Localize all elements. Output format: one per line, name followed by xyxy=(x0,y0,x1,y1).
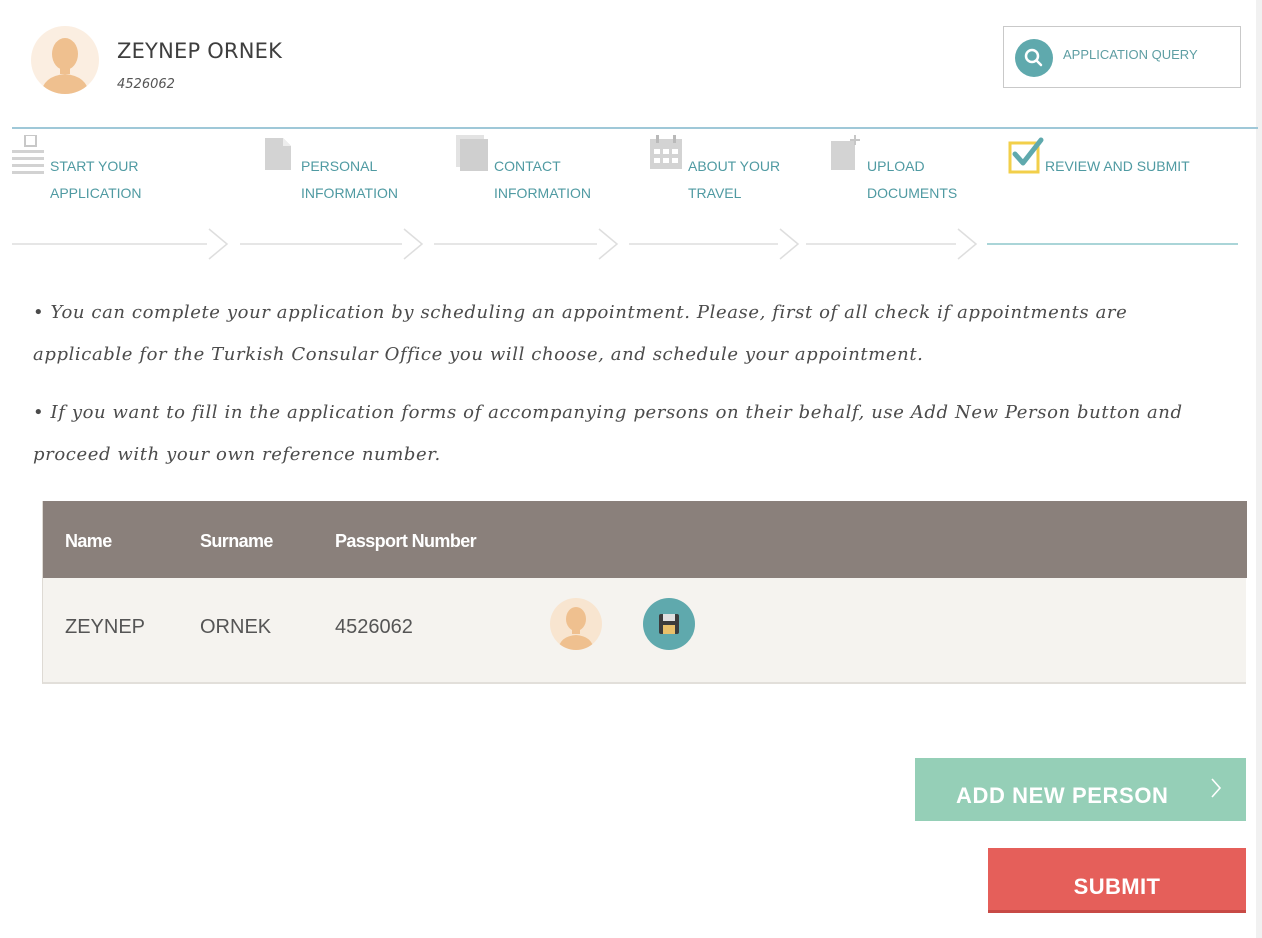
calendar-icon xyxy=(650,135,682,169)
step-start-application[interactable]: START YOUR APPLICATION xyxy=(12,135,212,205)
documents-icon xyxy=(456,135,488,171)
step-personal-information[interactable]: PERSONAL INFORMATION xyxy=(263,135,443,205)
user-name: ZEYNEP ORNEK xyxy=(117,39,283,63)
header-divider xyxy=(12,127,1258,129)
document-icon xyxy=(265,138,291,170)
cell-surname: ORNEK xyxy=(200,616,272,638)
application-query-label: APPLICATION QUERY xyxy=(1063,47,1198,62)
step-label: PERSONAL INFORMATION xyxy=(301,158,398,201)
column-header-name: Name xyxy=(65,531,112,551)
submit-button[interactable]: SUBMIT xyxy=(988,848,1246,913)
info-appointment-text: • You can complete your application by s… xyxy=(33,302,1128,365)
step-label: REVIEW AND SUBMIT xyxy=(1045,158,1190,174)
person-icon xyxy=(41,38,89,94)
step-about-travel[interactable]: ABOUT YOUR TRAVEL xyxy=(650,135,830,205)
step-label: UPLOAD DOCUMENTS xyxy=(867,158,958,201)
step-label: ABOUT YOUR TRAVEL xyxy=(688,158,781,201)
step-label: CONTACT INFORMATION xyxy=(494,158,591,201)
add-new-person-button[interactable]: ADD NEW PERSON xyxy=(915,758,1246,821)
add-new-person-label: ADD NEW PERSON xyxy=(956,783,1169,808)
step-label: START YOUR APPLICATION xyxy=(50,158,142,201)
progress-track xyxy=(12,228,1238,260)
form-icon xyxy=(12,135,44,174)
chevron-right-icon xyxy=(1211,778,1222,798)
save-icon[interactable] xyxy=(643,598,695,650)
user-avatar xyxy=(31,26,99,94)
checkbox-icon xyxy=(1008,137,1044,174)
search-icon xyxy=(1015,39,1053,77)
step-upload-documents[interactable]: UPLOAD DOCUMENTS xyxy=(829,135,1009,205)
cell-passport: 4526062 xyxy=(335,616,413,638)
table-header: Name Surname Passport Number xyxy=(43,501,1247,578)
step-review-and-submit[interactable]: REVIEW AND SUBMIT xyxy=(1008,135,1238,205)
application-query-button[interactable]: APPLICATION QUERY xyxy=(1003,26,1241,88)
column-header-surname: Surname xyxy=(200,531,273,551)
cell-name: ZEYNEP xyxy=(65,616,146,638)
person-icon[interactable] xyxy=(550,598,602,650)
step-contact-information[interactable]: CONTACT INFORMATION xyxy=(456,135,636,205)
persons-table: Name Surname Passport Number ZEYNEP ORNE… xyxy=(42,501,1247,684)
scrollbar[interactable] xyxy=(1256,0,1262,938)
user-reference-number: 4526062 xyxy=(117,77,175,92)
submit-label: SUBMIT xyxy=(1073,874,1161,899)
info-add-person-text: • If you want to fill in the application… xyxy=(33,402,1183,465)
column-header-passport: Passport Number xyxy=(335,531,477,551)
upload-icon xyxy=(831,135,860,170)
